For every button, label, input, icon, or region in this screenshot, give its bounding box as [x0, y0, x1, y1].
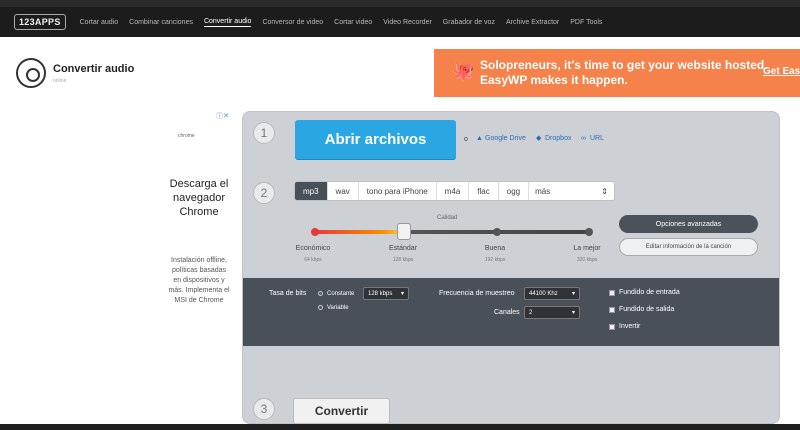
chevron-down-icon: ▾ [571, 291, 575, 297]
format-tab-wav[interactable]: wav [328, 182, 359, 200]
nav-item-cortar-video[interactable]: Cortar video [334, 19, 372, 26]
quality-level-rate: 192 kbps [484, 257, 506, 263]
fade-in-label[interactable]: Fundido de entrada [619, 289, 680, 296]
taskbar [0, 424, 800, 430]
nav-item-combinar-canciones[interactable]: Combinar canciones [129, 19, 193, 26]
bitrate-value: 128 kbps [368, 290, 393, 297]
quality-level-rate: 320 kbps [576, 257, 598, 263]
step-1-number: 1 [253, 122, 275, 144]
nav-item-video-recorder[interactable]: Video Recorder [383, 19, 432, 26]
octopus-icon: 🐙 [452, 61, 475, 81]
format-tab-flac[interactable]: flac [469, 182, 499, 200]
edit-song-info-button[interactable]: Editar información de la canción [619, 238, 758, 256]
ad-headline: Descarga el navegador Chrome [169, 178, 229, 218]
url-link[interactable]: ∞ URL [581, 135, 604, 142]
bookmarks-bar [0, 0, 800, 7]
format-tabs: mp3 wav tono para iPhone m4a flac ogg má… [294, 181, 615, 201]
chevron-down-icon: ▾ [400, 291, 404, 297]
banner-cta-link[interactable]: Get Easy [763, 66, 800, 77]
quality-slider-track[interactable] [311, 228, 593, 236]
sample-rate-label: Frecuencia de muestreo [439, 290, 515, 297]
link-icon: ∞ [581, 135, 586, 142]
side-ad[interactable]: ⓘ✕ chrome Descarga el navegador Chrome I… [166, 110, 231, 418]
or-text: o [464, 136, 468, 143]
convert-button[interactable]: Convertir [293, 398, 390, 423]
dropbox-link[interactable]: ◆ Dropbox [536, 135, 571, 142]
nav-item-grabador-voz[interactable]: Grabador de voz [443, 19, 495, 26]
channels-select[interactable]: 2 ▾ [524, 306, 580, 319]
advanced-options-panel: Tasa de bits Constante Variable 128 kbps… [243, 278, 779, 346]
chrome-logo: chrome [178, 133, 195, 139]
nav-item-convertir-audio[interactable]: Convertir audio [203, 18, 252, 27]
fade-out-label[interactable]: Fundido de salida [619, 306, 674, 313]
bitrate-constant-radio[interactable] [318, 291, 323, 296]
fade-out-checkbox[interactable] [609, 307, 615, 313]
url-label: URL [590, 135, 605, 142]
slider-tick-economico[interactable] [311, 228, 319, 236]
google-drive-icon: ▲ [476, 135, 483, 142]
step-3-number: 3 [253, 398, 275, 420]
chevron-updown-icon: ⇕ [601, 186, 608, 196]
format-tab-iphone[interactable]: tono para iPhone [359, 182, 437, 200]
converter-panel: 1 Abrir archivos o ▲ Google Drive ◆ Drop… [242, 111, 780, 424]
quality-label: Calidad [437, 215, 458, 221]
reverse-label[interactable]: Invertir [619, 323, 640, 330]
sample-rate-value: 44100 Khz [529, 290, 558, 297]
page-title: Convertir audio [53, 63, 135, 75]
more-formats-dropdown[interactable]: más ⇕ [529, 182, 614, 200]
channels-label: Canales [494, 309, 520, 316]
reverse-checkbox[interactable] [609, 324, 615, 330]
sample-rate-select[interactable]: 44100 Khz ▾ [524, 287, 580, 300]
fade-in-checkbox[interactable] [609, 290, 615, 296]
ad-body: Instalación offline, políticas basadas e… [168, 257, 230, 304]
quality-level-name: La mejor [573, 245, 601, 252]
more-formats-label: más [535, 186, 551, 196]
step-2-number: 2 [253, 182, 275, 204]
chevron-down-icon: ▾ [571, 310, 575, 316]
google-drive-link[interactable]: ▲ Google Drive [476, 135, 526, 142]
bitrate-constant-label[interactable]: Constante [327, 291, 354, 297]
page-subtitle: online [53, 78, 67, 84]
open-files-button[interactable]: Abrir archivos [295, 120, 456, 159]
bitrate-variable-label[interactable]: Variable [327, 305, 349, 311]
quality-level-name: Económico [295, 245, 331, 252]
format-tab-mp3[interactable]: mp3 [295, 182, 328, 200]
quality-level-rate: 128 kbps [392, 257, 414, 263]
slider-tick-la-mejor[interactable] [585, 228, 593, 236]
bitrate-variable-radio[interactable] [318, 305, 323, 310]
audio-disc-icon [16, 58, 46, 88]
bitrate-label: Tasa de bits [269, 290, 307, 297]
dropbox-label: Dropbox [545, 135, 572, 142]
format-tab-ogg[interactable]: ogg [499, 182, 530, 200]
ad-banner[interactable]: 🐙 Solopreneurs, it's time to get your we… [434, 49, 800, 97]
quality-level-name: Buena [484, 245, 506, 252]
quality-level-rate: 64 kbps [304, 257, 322, 263]
nav-item-archive-extractor[interactable]: Archive Extractor [506, 19, 559, 26]
banner-text: Solopreneurs, it's time to get your webs… [480, 58, 768, 87]
format-tab-m4a[interactable]: m4a [437, 182, 470, 200]
top-navigation: 123APPS Cortar audio Combinar canciones … [0, 7, 800, 37]
site-logo[interactable]: 123APPS [14, 14, 66, 30]
dropbox-icon: ◆ [536, 135, 542, 142]
channels-value: 2 [529, 309, 533, 316]
nav-item-conversor-video[interactable]: Conversor de video [262, 19, 323, 26]
google-drive-label: Google Drive [485, 135, 526, 142]
ad-close-icon[interactable]: ⓘ✕ [216, 111, 229, 121]
nav-item-pdf-tools[interactable]: PDF Tools [570, 19, 602, 26]
nav-item-cortar-audio[interactable]: Cortar audio [80, 19, 119, 26]
quality-slider-handle[interactable] [397, 223, 411, 240]
slider-tick-buena[interactable] [493, 228, 501, 236]
quality-level-name: Estándar [388, 245, 418, 252]
bitrate-select[interactable]: 128 kbps ▾ [363, 287, 409, 300]
advanced-options-button[interactable]: Opciones avanzadas [619, 215, 758, 233]
